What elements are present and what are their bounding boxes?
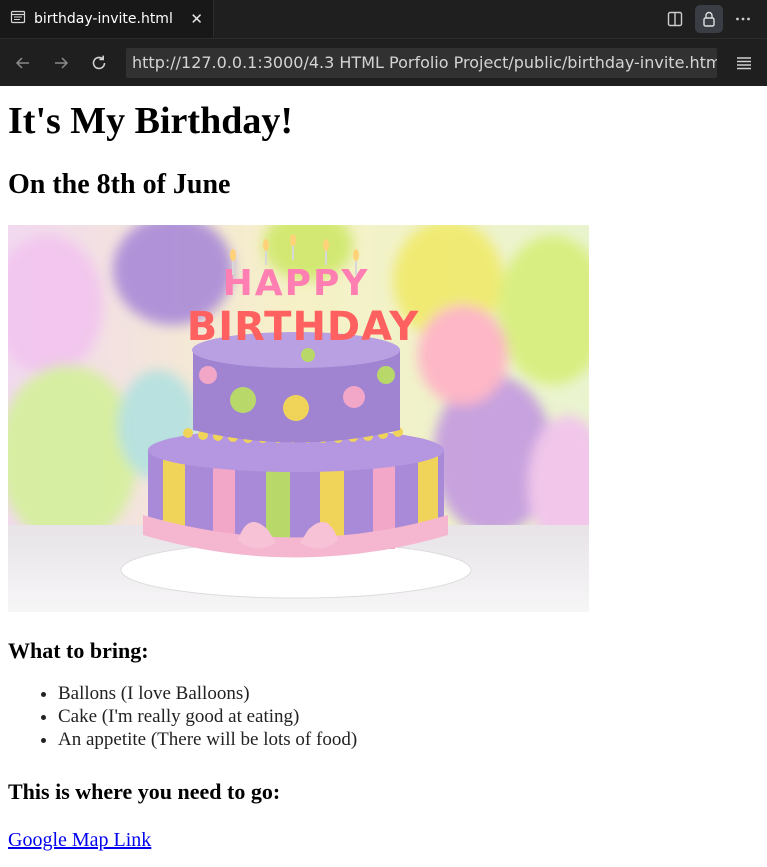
page-subtitle: On the 8th of June (8, 169, 231, 200)
svg-text:BIRTHDAY: BIRTHDAY (187, 304, 419, 350)
page-content: It's My Birthday! On the 8th of June HAP… (0, 96, 767, 852)
close-icon[interactable]: ✕ (190, 11, 203, 27)
back-icon[interactable] (6, 46, 40, 80)
tab-birthday-invite[interactable]: birthday-invite.html ✕ (0, 0, 214, 38)
forward-icon[interactable] (44, 46, 78, 80)
list-item: Ballons (I love Balloons) (58, 682, 759, 705)
split-view-icon[interactable] (661, 5, 689, 33)
list-item: An appetite (There will be lots of food) (58, 728, 759, 751)
birthday-cake-image: HAPPY BIRTHDAY (8, 225, 589, 612)
page-icon (10, 9, 26, 29)
lock-icon[interactable] (695, 5, 723, 33)
reload-icon[interactable] (82, 46, 116, 80)
address-bar[interactable]: http://127.0.0.1:3000/4.3 HTML Porfolio … (126, 47, 717, 78)
more-icon[interactable] (729, 5, 757, 33)
tab-bar: birthday-invite.html ✕ (0, 0, 767, 39)
bring-heading: What to bring: (8, 638, 149, 663)
where-heading: This is where you need to go: (8, 779, 281, 804)
navigation-bar: http://127.0.0.1:3000/4.3 HTML Porfolio … (0, 39, 767, 86)
svg-text:HAPPY: HAPPY (223, 263, 370, 304)
page-title: It's My Birthday! (8, 100, 293, 142)
bring-list: Ballons (I love Balloons) Cake (I'm real… (8, 682, 759, 751)
menu-icon[interactable] (727, 46, 761, 80)
google-map-link[interactable]: Google Map Link (8, 829, 151, 852)
tab-label: birthday-invite.html (34, 11, 173, 27)
list-item: Cake (I'm really good at eating) (58, 705, 759, 728)
